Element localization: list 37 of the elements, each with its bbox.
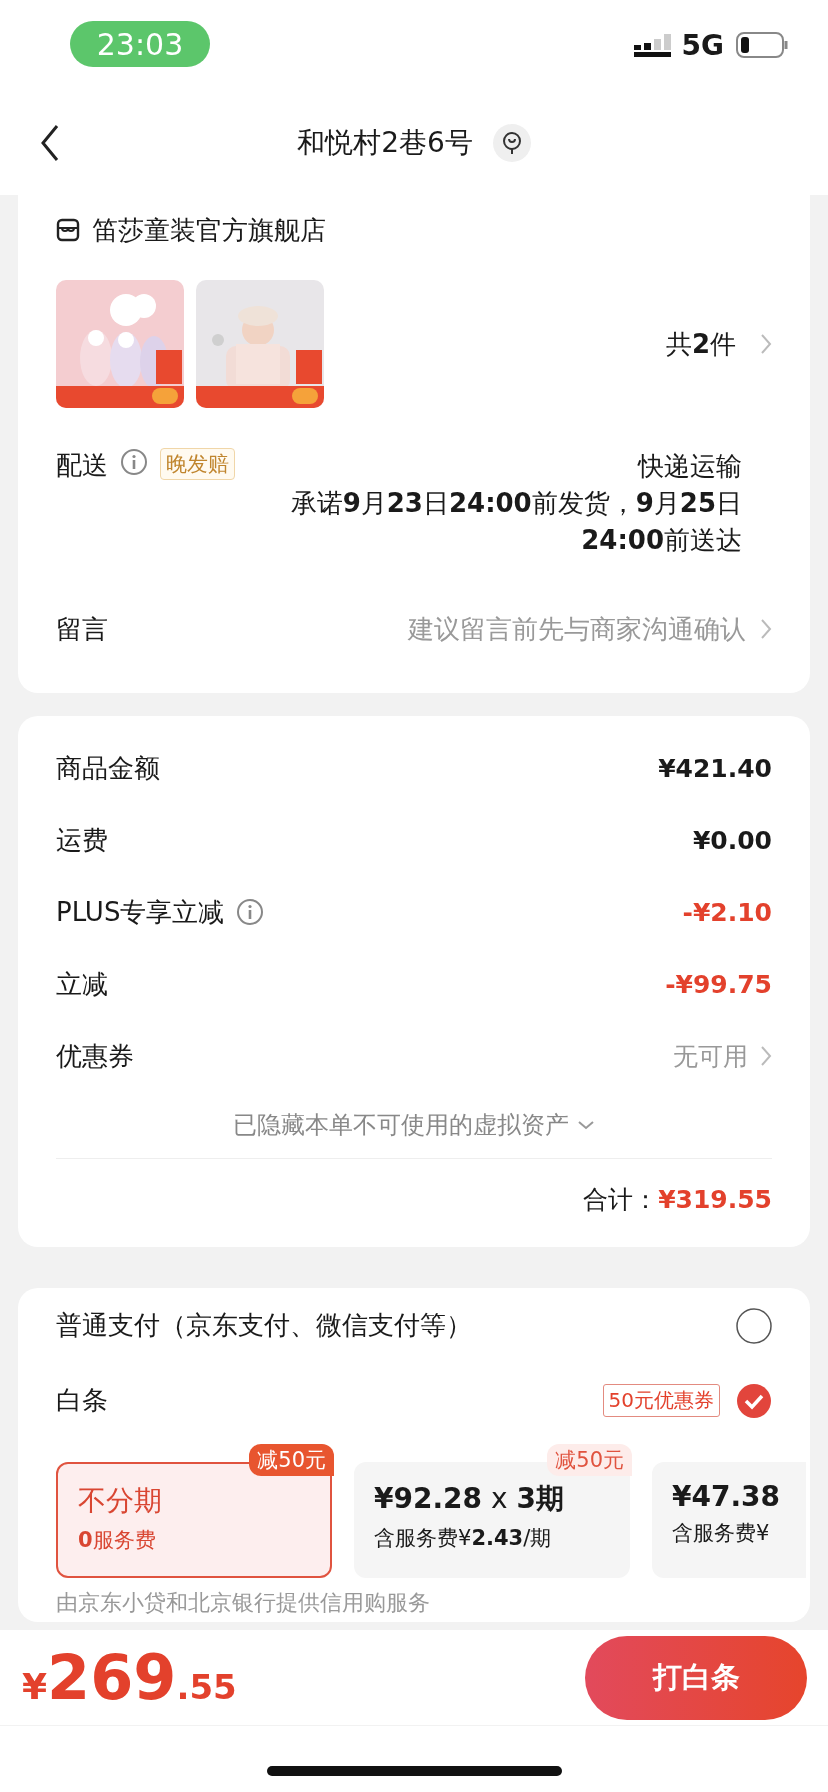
total-label: 合计： xyxy=(583,1183,659,1216)
delivery-label: 配送 xyxy=(56,449,108,482)
price-label: 优惠券 xyxy=(56,1039,134,1073)
price-value: -¥2.10 xyxy=(682,897,772,927)
address-title: 和悦村2巷6号 xyxy=(297,124,473,161)
store-name[interactable]: 笛莎童装官方旗舰店 xyxy=(92,212,326,248)
price-label: 立减 xyxy=(56,967,108,1001)
pay-amount: ¥269.55 xyxy=(22,1641,237,1714)
plan-fee: 含服务费¥2.43/期 xyxy=(374,1525,553,1552)
plan-title: ¥92.28 x 3期 xyxy=(374,1481,565,1517)
coupon-tag: 50元优惠券 xyxy=(602,1384,720,1417)
payment-option-label[interactable]: 普通支付（京东支付、微信支付等） xyxy=(56,1308,472,1343)
delivery-promise: 承诺9月23日24:00前发货，9月25日24:00前送达 xyxy=(289,487,742,557)
delivery-method: 快递运输 xyxy=(638,450,742,483)
price-value: -¥99.75 xyxy=(665,969,772,999)
plan-title: ¥47.38 xyxy=(672,1480,782,1513)
price-value: ¥421.40 xyxy=(658,753,772,783)
plan-title: 不分期 xyxy=(78,1483,163,1519)
price-label: 商品金额 xyxy=(56,751,160,785)
item-count[interactable]: 共2件 xyxy=(665,326,736,362)
total-value: ¥319.55 xyxy=(658,1184,772,1214)
credit-note: 由京东小贷和北京银行提供信用购服务 xyxy=(56,1589,431,1617)
plan-fee: 含服务费¥ xyxy=(672,1520,771,1547)
hidden-assets-text[interactable]: 已隐藏本单不可使用的虚拟资产 xyxy=(233,1109,569,1141)
network-label: 5G xyxy=(681,28,724,62)
payment-option-label[interactable]: 白条 xyxy=(56,1383,108,1418)
pay-button[interactable]: 打白条 xyxy=(585,1635,807,1720)
price-label: 运费 xyxy=(56,823,108,857)
message-label: 留言 xyxy=(56,612,108,646)
late-compensation-badge: 晚发赔 xyxy=(160,448,235,480)
price-value: ¥0.00 xyxy=(692,825,772,855)
discount-badge: 减50元 xyxy=(547,1444,632,1476)
status-time: 23:03 xyxy=(70,21,210,67)
discount-badge: 减50元 xyxy=(249,1444,334,1476)
plan-fee: 0服务费 xyxy=(78,1527,157,1554)
installment-option[interactable]: ¥47.38 含服务费¥ xyxy=(652,1462,806,1578)
price-label: PLUS专享立减 xyxy=(56,895,225,929)
